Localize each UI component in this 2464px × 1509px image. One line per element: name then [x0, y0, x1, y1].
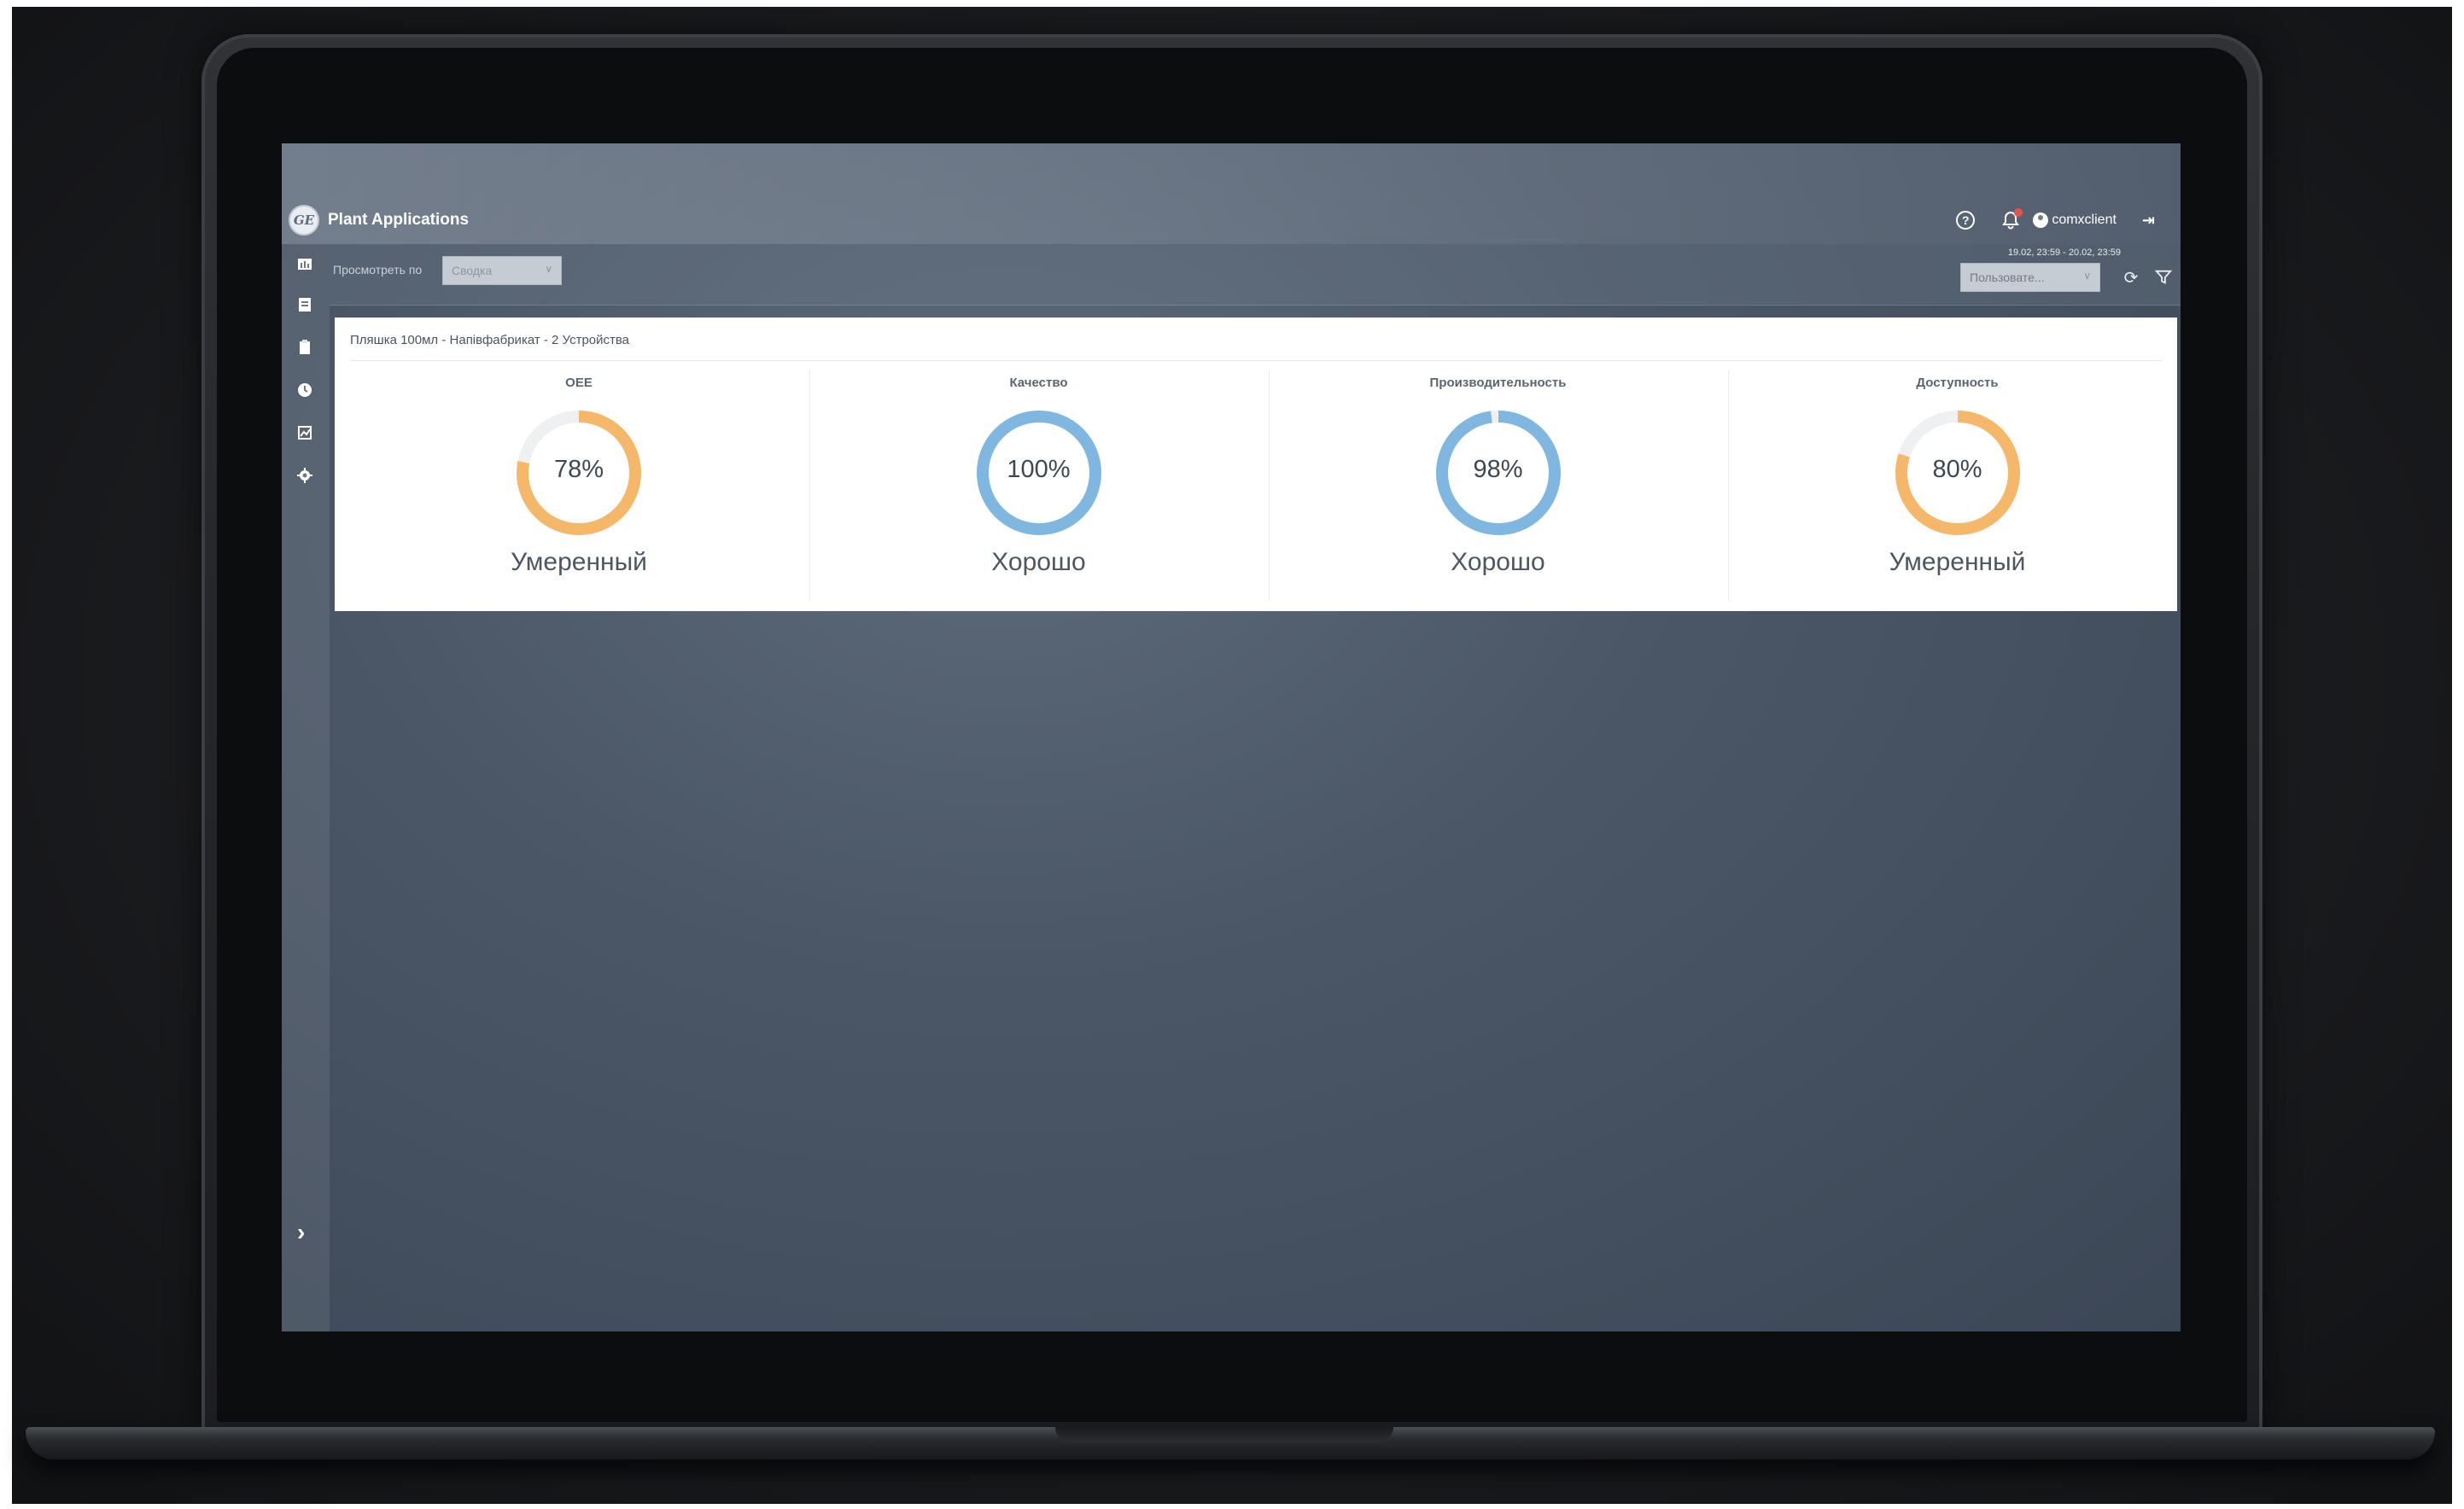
kpi-panel: Пляшка 100мл - Напівфабрикат - 2 Устройс…: [335, 318, 2177, 611]
kpi-availability[interactable]: Доступность 80% Умеренный: [1728, 370, 2181, 601]
header-actions: ? comxclient ⇥: [1956, 208, 2155, 230]
app-screen: GE Plant Applications ? comxclient ⇥ › П…: [282, 143, 2181, 1331]
user-icon[interactable]: [2033, 213, 2049, 228]
filter-bar: Просмотреть по Сводка ∨ 19.02, 23:59 - 2…: [330, 244, 2181, 306]
panel-divider: [350, 360, 2162, 361]
kpi-performance[interactable]: Производительность 98% Хорошо: [1269, 370, 1726, 601]
dashboard-icon[interactable]: [295, 254, 314, 273]
view-by-label: Просмотреть по: [333, 263, 423, 277]
chart-icon[interactable]: [295, 423, 314, 442]
ge-logo: GE: [289, 205, 319, 236]
refresh-icon[interactable]: ⟳: [2121, 268, 2141, 288]
kpi-title: Доступность: [1916, 376, 1999, 390]
kpi-status: Хорошо: [1451, 548, 1545, 576]
view-by-select[interactable]: Сводка ∨: [442, 256, 562, 285]
kpi-status: Умеренный: [1889, 548, 2026, 576]
kpi-value: 100%: [1007, 456, 1071, 483]
gear-icon[interactable]: [295, 466, 314, 485]
help-icon[interactable]: ?: [1956, 211, 1976, 230]
logout-icon[interactable]: ⇥: [2142, 212, 2155, 230]
report-icon[interactable]: [295, 295, 314, 314]
kpi-value: 80%: [1932, 456, 1982, 483]
kpi-title: Производительность: [1429, 376, 1567, 390]
app-title: Plant Applications: [328, 211, 470, 229]
kpi-title: OEE: [565, 376, 593, 390]
clock-icon[interactable]: [295, 381, 314, 399]
notification-dot: [2014, 208, 2023, 217]
bell-icon[interactable]: [2000, 208, 2023, 230]
kpi-value: 98%: [1473, 456, 1523, 483]
kpi-status: Хорошо: [991, 548, 1086, 576]
kpi-oee[interactable]: OEE 78% Умеренный: [350, 370, 808, 601]
chevron-down-icon: ∨: [2083, 270, 2091, 282]
app-header: GE Plant Applications ? comxclient ⇥: [282, 143, 2181, 244]
kpi-status: Умеренный: [511, 548, 647, 576]
chevron-right-icon[interactable]: ›: [297, 1219, 305, 1246]
clipboard-icon[interactable]: [295, 338, 314, 357]
kpi-quality[interactable]: Качество 100% Хорошо: [809, 370, 1267, 601]
user-select[interactable]: Пользовате... ∨: [1960, 263, 2100, 292]
date-range: 19.02, 23:59 - 20.02, 23:59: [2007, 248, 2121, 258]
view-by-value: Сводка: [452, 264, 493, 277]
user-select-value: Пользовате...: [1970, 271, 2045, 284]
brand[interactable]: GE Plant Applications: [289, 205, 469, 236]
kpi-title: Качество: [1009, 376, 1068, 390]
sidebar: ›: [282, 244, 330, 1331]
filter-icon[interactable]: [2153, 268, 2174, 288]
panel-title: Пляшка 100мл - Напівфабрикат - 2 Устройс…: [350, 333, 630, 347]
laptop-notch: [1055, 1427, 1393, 1442]
chevron-down-icon: ∨: [545, 263, 552, 275]
username[interactable]: comxclient: [2052, 213, 2117, 228]
kpi-value: 78%: [553, 456, 604, 483]
